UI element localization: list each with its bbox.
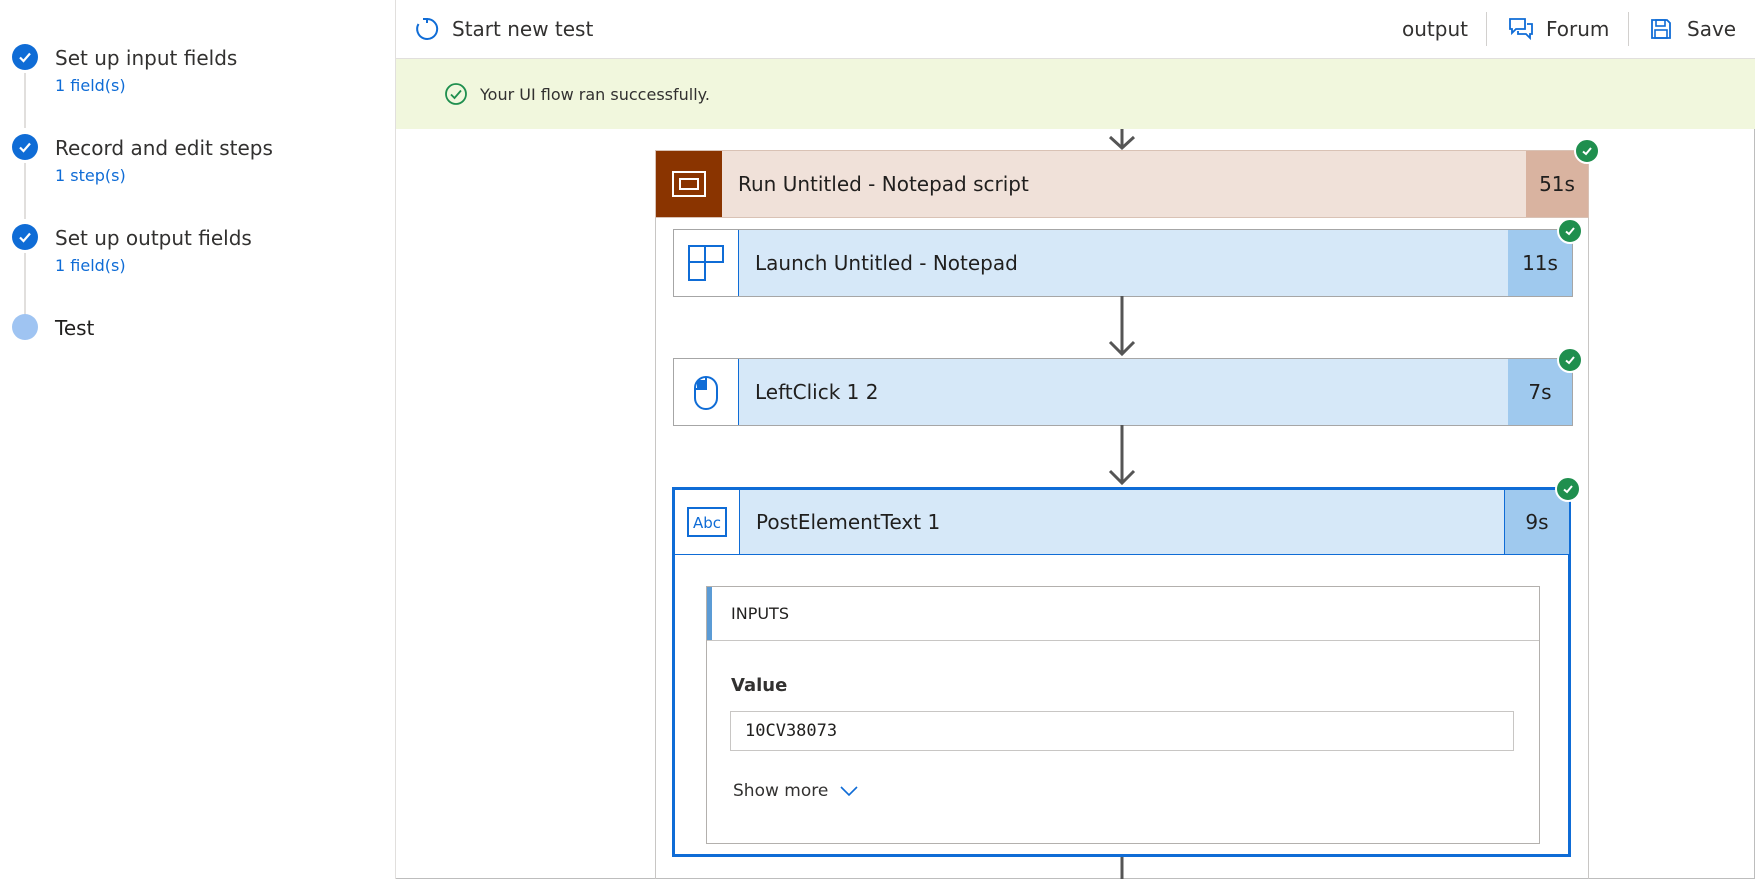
- step-label: LeftClick 1 2: [755, 380, 879, 404]
- success-check-icon: [1557, 218, 1583, 244]
- start-new-test-label: Start new test: [452, 17, 594, 41]
- show-more-button[interactable]: Show more: [733, 781, 858, 801]
- chat-bubbles-icon: [1509, 18, 1533, 41]
- step-card-launch[interactable]: Launch Untitled - Notepad 11s: [673, 229, 1573, 297]
- chevron-down-icon: [840, 786, 858, 797]
- wizard-step-subtitle[interactable]: 1 field(s): [55, 76, 126, 95]
- step-connector: [24, 253, 26, 316]
- success-check-icon: [445, 83, 467, 105]
- abc-text-icon: Abc: [675, 490, 740, 554]
- start-new-test-button[interactable]: Start new test: [414, 0, 593, 58]
- current-step-indicator: [12, 314, 38, 340]
- value-field[interactable]: 10CV38073: [730, 711, 1514, 751]
- command-bar: Start new test output Forum Save: [396, 0, 1755, 59]
- step-label: Launch Untitled - Notepad: [755, 251, 1018, 275]
- success-check-icon: [1574, 138, 1600, 164]
- run-script-header[interactable]: Run Untitled - Notepad script 51s: [655, 150, 1589, 218]
- mouse-icon: [674, 359, 739, 425]
- step-card-postelementtext[interactable]: Abc PostElementText 1 9s: [675, 490, 1569, 555]
- output-label: output: [1402, 17, 1468, 41]
- step-card-leftclick[interactable]: LeftClick 1 2 7s: [673, 358, 1573, 426]
- flow-arrow-icon: [1108, 296, 1136, 357]
- output-button[interactable]: output: [1402, 0, 1468, 58]
- forum-button[interactable]: Forum: [1508, 0, 1609, 58]
- step-connector: [24, 73, 26, 128]
- wizard-step-subtitle[interactable]: 1 step(s): [55, 166, 126, 185]
- inputs-title: INPUTS: [731, 604, 789, 623]
- forum-label: Forum: [1546, 17, 1610, 41]
- toolbar-divider: [1628, 12, 1629, 46]
- value-label: Value: [731, 675, 788, 696]
- success-check-icon: [1557, 347, 1583, 373]
- checkmark-icon: [12, 44, 38, 70]
- step-connector: [24, 163, 26, 219]
- checkmark-icon: [12, 224, 38, 250]
- step-duration: 9s: [1504, 490, 1569, 554]
- show-more-label: Show more: [733, 781, 829, 801]
- section-accent-bar: [707, 587, 712, 640]
- save-icon: [1651, 19, 1671, 39]
- flow-arrow-icon: [1108, 425, 1136, 486]
- wizard-step-title: Set up input fields: [55, 46, 238, 70]
- wizard-step-title: Test: [55, 316, 95, 340]
- success-check-icon: [1555, 476, 1581, 502]
- success-banner: Your UI flow ran successfully.: [396, 59, 1755, 129]
- run-script-label: Run Untitled - Notepad script: [738, 172, 1029, 196]
- success-message: Your UI flow ran successfully.: [480, 84, 710, 104]
- inputs-panel: INPUTS Value 10CV38073 Show more: [706, 586, 1540, 844]
- save-button[interactable]: Save: [1649, 0, 1736, 58]
- svg-text:Abc: Abc: [693, 514, 721, 532]
- toolbar-divider: [1486, 12, 1487, 46]
- flow-arrow-icon: [1108, 129, 1136, 151]
- step-label: PostElementText 1: [756, 510, 941, 534]
- script-window-icon: [656, 151, 722, 217]
- wizard-sidebar: Set up input fields 1 field(s) Record an…: [0, 0, 396, 879]
- save-label: Save: [1687, 17, 1737, 41]
- refresh-icon: [416, 17, 439, 40]
- wizard-step-title: Record and edit steps: [55, 136, 273, 160]
- app-window-icon: [674, 230, 739, 296]
- wizard-step-subtitle[interactable]: 1 field(s): [55, 256, 126, 275]
- wizard-step-title: Set up output fields: [55, 226, 252, 250]
- inputs-section-header[interactable]: INPUTS: [707, 587, 1539, 641]
- flow-connector-line: [1120, 857, 1124, 879]
- checkmark-icon: [12, 134, 38, 160]
